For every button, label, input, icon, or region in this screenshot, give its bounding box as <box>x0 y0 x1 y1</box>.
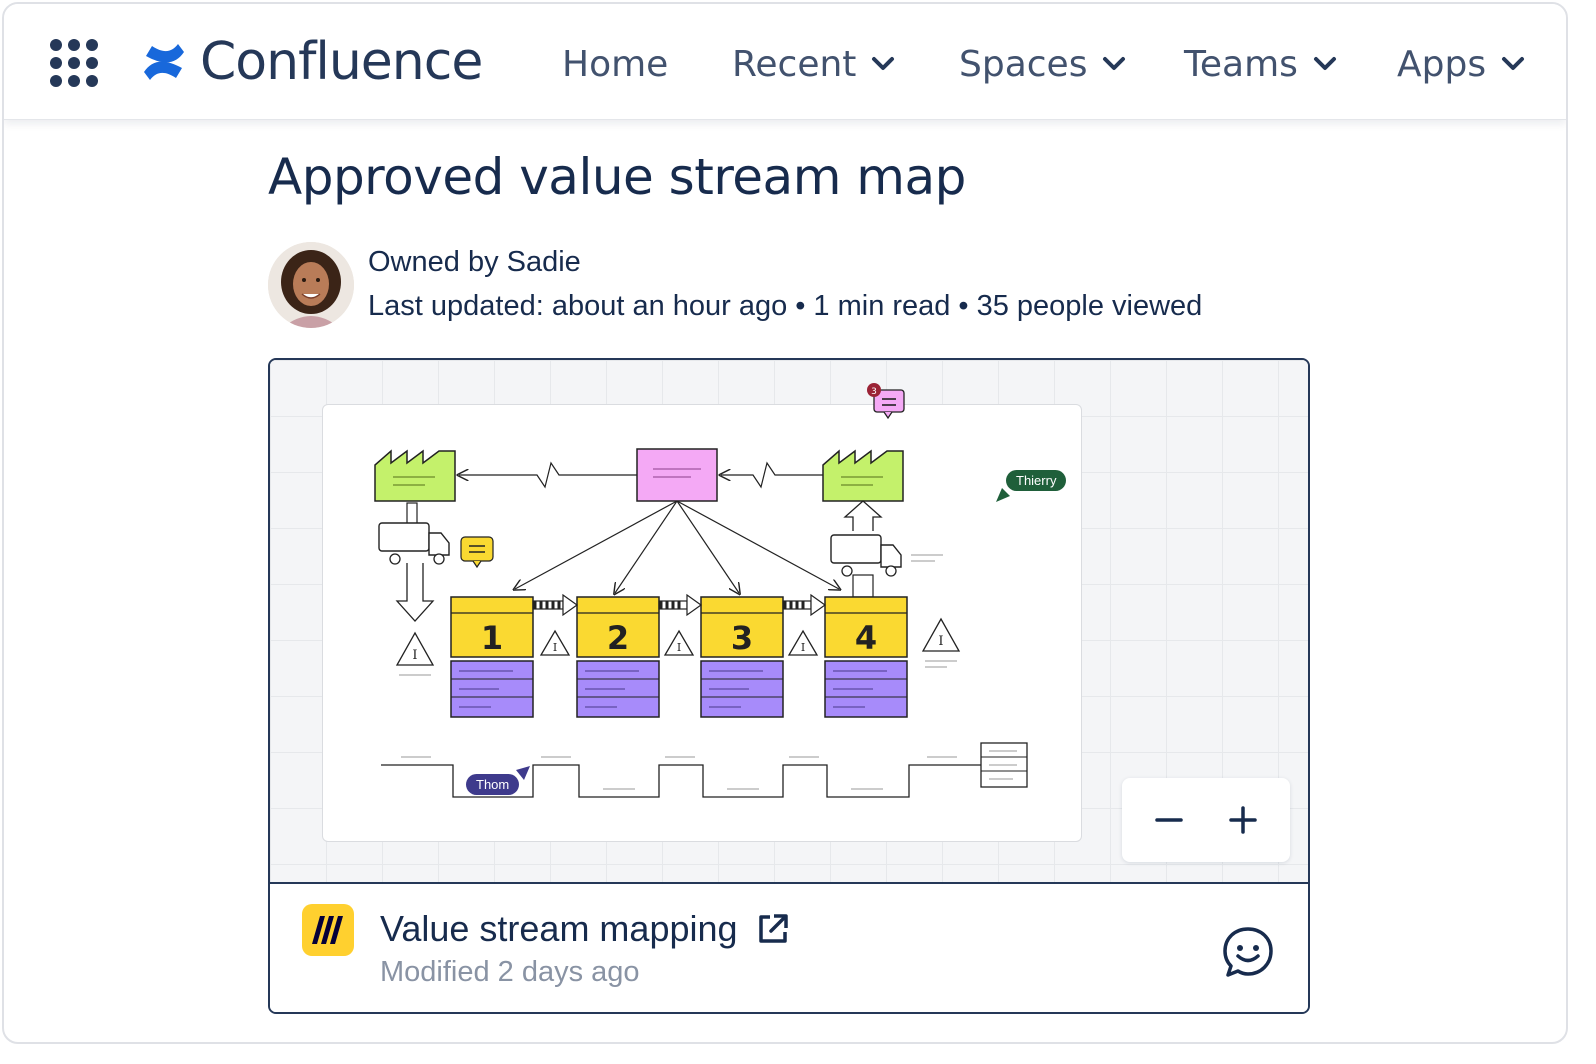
page-title: Approved value stream map <box>268 148 966 206</box>
chevron-down-icon <box>1103 57 1126 70</box>
svg-text:I: I <box>553 641 557 654</box>
shipment-truck-icon <box>830 500 943 598</box>
last-updated: Last updated: about an hour ago <box>368 290 788 322</box>
confluence-icon <box>144 44 184 80</box>
nav-recent-label: Recent <box>732 43 857 85</box>
brand-name: Confluence <box>200 32 483 92</box>
nav-teams[interactable]: Teams <box>1184 40 1338 88</box>
data-box <box>824 660 908 718</box>
nav-home[interactable]: Home <box>562 40 668 88</box>
view-count: 35 people viewed <box>976 290 1203 322</box>
comment-count: 3 <box>871 387 877 397</box>
board-canvas[interactable]: 1 2 3 4 I I I I I 3 Thierry Thom <box>270 360 1308 884</box>
svg-text:I: I <box>938 634 943 649</box>
embed-modified: Modified 2 days ago <box>380 956 640 988</box>
push-arrow <box>782 593 827 617</box>
nav-apps-label: Apps <box>1397 43 1487 85</box>
embed-title: Value stream mapping <box>380 908 738 949</box>
chevron-down-icon <box>872 57 895 70</box>
page-meta: Last updated: about an hour ago • 1 min re… <box>368 290 1202 323</box>
lead-time-box <box>980 742 1028 788</box>
svg-text:I: I <box>801 641 805 654</box>
svg-text:I: I <box>412 648 417 663</box>
data-box <box>450 660 534 718</box>
plus-icon <box>1229 806 1257 834</box>
process-step-number: 4 <box>855 619 877 657</box>
confluence-window: Confluence Home Recent Spaces Teams Apps… <box>2 2 1568 1044</box>
top-navigation: Confluence Home Recent Spaces Teams Apps <box>4 4 1566 120</box>
nav-apps[interactable]: Apps <box>1397 40 1526 88</box>
nav-home-label: Home <box>562 43 669 85</box>
page-owner: Owned by Sadie <box>368 246 581 278</box>
embedded-board-card[interactable]: 1 2 3 4 I I I I I 3 Thierry Thom Value s… <box>268 358 1310 1014</box>
external-link-icon[interactable] <box>756 912 790 946</box>
nav-spaces[interactable]: Spaces <box>959 40 1127 88</box>
chevron-down-icon <box>1502 57 1525 70</box>
read-time: 1 min read <box>813 290 951 322</box>
cursor-arrow-icon <box>516 766 530 780</box>
process-box: 1 <box>450 596 534 658</box>
push-arrow <box>532 593 579 617</box>
cursor-label-thom: Thom <box>466 774 520 795</box>
value-stream-diagram: 1 2 3 4 I I I I I <box>374 448 1028 798</box>
process-box: 3 <box>700 596 784 658</box>
sticky-comment-icon <box>460 536 494 569</box>
embed-title-link[interactable]: Value stream mapping <box>380 908 790 950</box>
inventory-triangle-icon: I <box>395 631 435 666</box>
nav-teams-label: Teams <box>1184 43 1298 85</box>
inventory-triangle-icon: I <box>921 617 961 652</box>
nav-recent[interactable]: Recent <box>732 40 896 88</box>
svg-text:I: I <box>677 641 681 654</box>
process-box: 2 <box>576 596 660 658</box>
chevron-down-icon <box>1313 57 1336 70</box>
avatar[interactable] <box>268 242 354 328</box>
data-box <box>576 660 660 718</box>
inventory-triangle-icon: I <box>663 629 695 656</box>
shipment-truck-icon <box>378 502 450 622</box>
miro-icon <box>302 904 354 956</box>
zoom-out-button[interactable] <box>1141 792 1197 848</box>
zoom-controls <box>1122 778 1290 862</box>
supplier-factory <box>374 449 456 502</box>
cursor-label-thierry: Thierry <box>1006 470 1067 491</box>
inventory-triangle-icon: I <box>539 629 571 656</box>
customer-factory <box>822 449 904 502</box>
confluence-logo[interactable]: Confluence <box>142 30 483 94</box>
separator-dot: • <box>958 290 969 322</box>
inventory-triangle-icon: I <box>787 629 819 656</box>
push-arrow <box>658 593 703 617</box>
embed-footer: Value stream mapping Modified 2 days ago <box>270 886 1308 1012</box>
app-switcher-icon[interactable] <box>48 37 100 89</box>
production-control <box>636 448 718 502</box>
minus-icon <box>1155 818 1183 822</box>
process-step-number: 2 <box>607 619 629 657</box>
comment-bubble-icon[interactable]: 3 <box>866 380 908 420</box>
process-box: 4 <box>824 596 908 658</box>
separator-dot: • <box>795 290 806 322</box>
nav-spaces-label: Spaces <box>959 43 1088 85</box>
zoom-in-button[interactable] <box>1215 792 1271 848</box>
feedback-smiley-icon[interactable] <box>1220 924 1276 980</box>
process-step-number: 3 <box>731 619 753 657</box>
process-step-number: 1 <box>481 619 503 657</box>
value-stream-map-board[interactable]: 1 2 3 4 I I I I I <box>322 404 1082 842</box>
data-box <box>700 660 784 718</box>
